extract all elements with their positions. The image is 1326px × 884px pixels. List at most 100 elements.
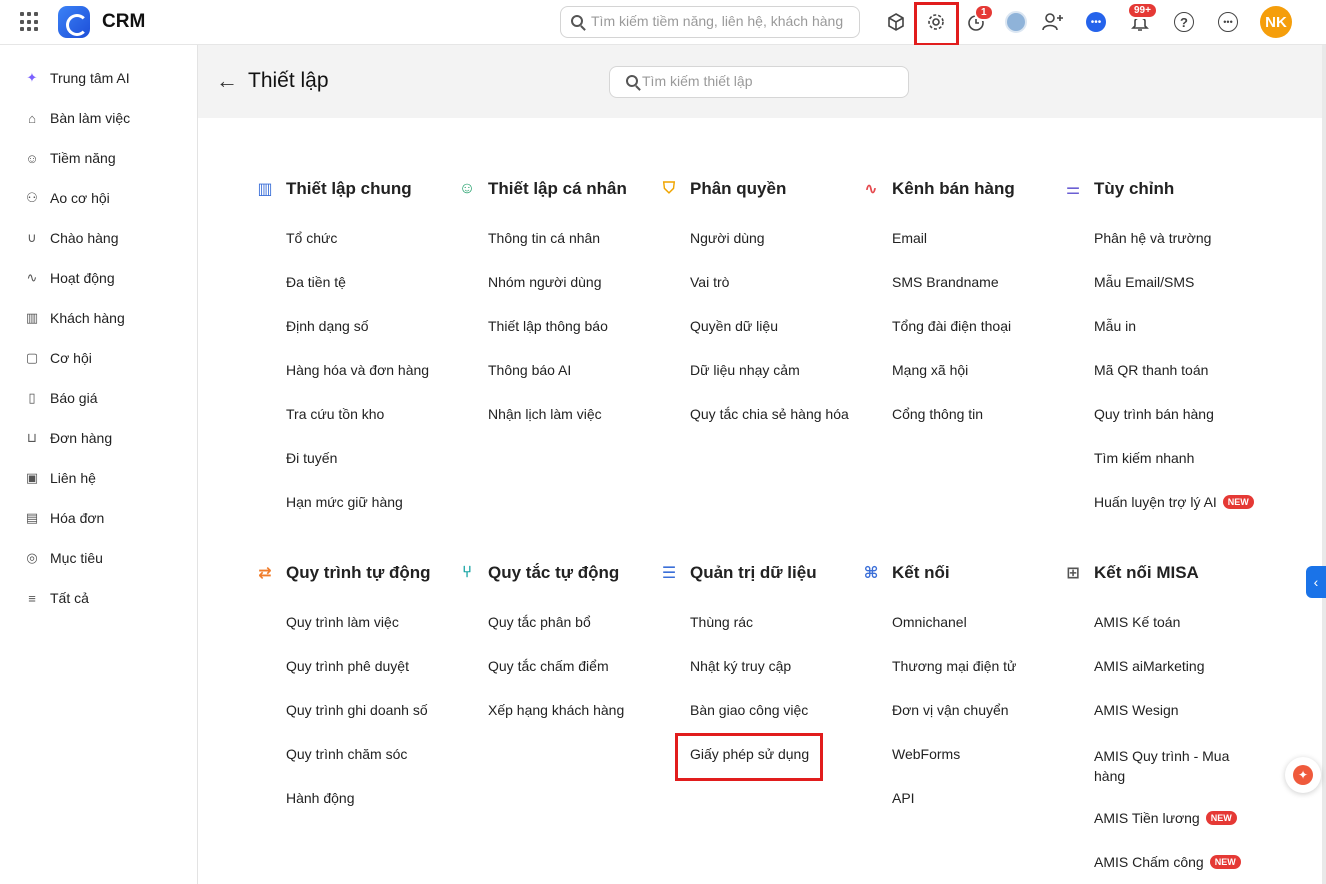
sidebar-item[interactable]: ✦ Trung tâm AI xyxy=(24,67,130,89)
collapse-panel-tab[interactable]: ‹ xyxy=(1306,566,1326,598)
settings-link[interactable]: Tổ chức xyxy=(286,230,337,246)
app-grid-icon[interactable] xyxy=(20,12,40,32)
settings-link[interactable]: Omnichanel xyxy=(892,614,967,630)
sidebar-item[interactable]: ☺ Tiềm năng xyxy=(24,147,115,169)
settings-link[interactable]: WebForms xyxy=(892,746,960,762)
settings-link[interactable]: Quy tắc chấm điểm xyxy=(488,658,609,674)
settings-link[interactable]: Hàng hóa và đơn hàng xyxy=(286,362,429,378)
sidebar-item[interactable]: ▢ Cơ hội xyxy=(24,347,92,369)
scrollbar[interactable] xyxy=(1322,45,1326,884)
settings-link[interactable]: Quy trình chăm sóc xyxy=(286,746,407,762)
settings-link[interactable]: Thông báo AI xyxy=(488,362,571,378)
settings-link[interactable]: Cổng thông tin xyxy=(892,406,983,422)
settings-link[interactable]: Mẫu in xyxy=(1094,318,1136,334)
settings-link[interactable]: Quy trình ghi doanh số xyxy=(286,702,428,718)
settings-link[interactable]: Xếp hạng khách hàng xyxy=(488,702,624,718)
add-user-icon[interactable] xyxy=(1041,10,1065,34)
settings-link[interactable]: Tổng đài điện thoại xyxy=(892,318,1011,334)
settings-link[interactable]: API xyxy=(892,790,915,806)
sidebar-item[interactable]: ⌂ Bàn làm việc xyxy=(24,107,130,129)
settings-link[interactable]: Mạng xã hội xyxy=(892,362,968,378)
settings-link[interactable]: Người dùng xyxy=(690,230,765,246)
settings-link[interactable]: Hành động xyxy=(286,790,355,806)
settings-link[interactable]: Bàn giao công việc xyxy=(690,702,808,718)
sidebar-item[interactable]: ∿ Hoạt động xyxy=(24,267,115,289)
settings-link[interactable]: AMIS Chấm công NEW xyxy=(1094,854,1241,870)
settings-link[interactable]: Mã QR thanh toán xyxy=(1094,362,1208,378)
sidebar-item[interactable]: ▣ Liên hệ xyxy=(24,467,96,489)
back-arrow-icon[interactable]: ← xyxy=(216,70,238,92)
settings-link[interactable]: Phân hệ và trường xyxy=(1094,230,1211,246)
settings-link[interactable]: Mẫu Email/SMS xyxy=(1094,274,1194,290)
settings-link-label: Thiết lập thông báo xyxy=(488,318,608,334)
sidebar-item[interactable]: ⊔ Đơn hàng xyxy=(24,427,112,449)
settings-link[interactable]: Nhật ký truy cập xyxy=(690,658,791,674)
settings-link[interactable]: Thiết lập thông báo xyxy=(488,318,608,334)
settings-link[interactable]: Đi tuyến xyxy=(286,450,337,466)
settings-link[interactable]: Quyền dữ liệu xyxy=(690,318,778,334)
settings-link[interactable]: Quy trình làm việc xyxy=(286,614,399,630)
settings-link-label: Hàng hóa và đơn hàng xyxy=(286,362,430,378)
settings-link[interactable]: Nhóm người dùng xyxy=(488,274,602,290)
settings-link-label: Vai trò xyxy=(690,274,730,290)
settings-link-label: Thông tin cá nhân xyxy=(488,230,601,246)
settings-link[interactable]: Thương mại điện tử xyxy=(892,658,1016,674)
settings-link[interactable]: AMIS Kế toán xyxy=(1094,614,1180,630)
settings-link[interactable]: AMIS Quy trình - Mua hàng xyxy=(1094,746,1244,786)
settings-link[interactable]: Đa tiền tệ xyxy=(286,274,346,290)
repeat-icon: ⇄ xyxy=(258,565,272,582)
settings-link[interactable]: Email xyxy=(892,230,927,246)
sidebar-item[interactable]: ▥ Khách hàng xyxy=(24,307,125,329)
sidebar-item[interactable]: ≡ Tất cả xyxy=(24,587,89,609)
settings-link[interactable]: AMIS Wesign xyxy=(1094,702,1179,718)
settings-search-input[interactable] xyxy=(642,73,892,89)
settings-link[interactable]: Thông tin cá nhân xyxy=(488,230,600,246)
settings-link[interactable]: Hạn mức giữ hàng xyxy=(286,494,403,510)
settings-link[interactable]: Quy trình phê duyệt xyxy=(286,658,409,674)
settings-link-label: Mạng xã hội xyxy=(892,362,969,378)
settings-link-label: Nhận lịch làm việc xyxy=(488,406,602,422)
settings-link-label: Quy trình bán hàng xyxy=(1094,406,1214,422)
settings-link[interactable]: SMS Brandname xyxy=(892,274,999,290)
more-options-icon[interactable]: ••• xyxy=(1216,10,1240,34)
user-avatar[interactable]: NK xyxy=(1260,6,1292,38)
settings-link[interactable]: Quy trình bán hàng xyxy=(1094,406,1214,422)
global-search-input[interactable] xyxy=(591,13,851,29)
cube-search-icon[interactable] xyxy=(884,10,908,34)
sidebar xyxy=(0,45,198,884)
settings-link[interactable]: Nhận lịch làm việc xyxy=(488,406,602,422)
section-heading: ⛉ Phân quyền xyxy=(660,179,786,199)
settings-link[interactable]: Thùng rác xyxy=(690,614,753,630)
settings-link[interactable]: Vai trò xyxy=(690,274,729,290)
settings-link[interactable]: AMIS aiMarketing xyxy=(1094,658,1204,674)
settings-search-box[interactable] xyxy=(609,66,909,98)
sidebar-item[interactable]: ▯ Báo giá xyxy=(24,387,97,409)
messenger-icon[interactable]: ••• xyxy=(1084,10,1108,34)
settings-link-label: Xếp hạng khách hàng xyxy=(488,702,625,718)
settings-link-label: Bàn giao công việc xyxy=(690,702,809,718)
settings-link-label: Cổng thông tin xyxy=(892,406,984,422)
settings-link[interactable]: Quy tắc chia sẻ hàng hóa xyxy=(690,406,849,422)
sidebar-item-label: Đơn hàng xyxy=(50,430,113,446)
crm-logo-icon xyxy=(58,6,90,38)
sidebar-item[interactable]: ▤ Hóa đơn xyxy=(24,507,104,529)
settings-link[interactable]: Tìm kiếm nhanh xyxy=(1094,450,1194,466)
settings-link[interactable]: AMIS Tiền lương NEW xyxy=(1094,810,1237,826)
settings-link-label: Người dùng xyxy=(690,230,765,246)
settings-link[interactable]: Dữ liệu nhạy cảm xyxy=(690,362,800,378)
settings-link[interactable]: Huấn luyện trợ lý AI NEW xyxy=(1094,494,1254,510)
sidebar-item[interactable]: ∪ Chào hàng xyxy=(24,227,118,249)
help-icon[interactable]: ? xyxy=(1172,10,1196,34)
sidebar-item[interactable]: ⚇ Ao cơ hội xyxy=(24,187,110,209)
ai-assistant-button[interactable]: ✦ xyxy=(1285,757,1321,793)
assistant-avatar-icon[interactable] xyxy=(1004,10,1028,34)
settings-link[interactable]: Định dạng số xyxy=(286,318,369,334)
settings-link-label: AMIS Quy trình - Mua hàng xyxy=(1094,748,1230,784)
global-search-box[interactable] xyxy=(560,6,860,38)
activity-icon: ∿ xyxy=(26,270,38,285)
section-heading: ☰ Quản trị dữ liệu xyxy=(660,563,817,583)
sidebar-item[interactable]: ◎ Mục tiêu xyxy=(24,547,103,569)
settings-link[interactable]: Đơn vị vận chuyển xyxy=(892,702,1009,718)
settings-link[interactable]: Quy tắc phân bổ xyxy=(488,614,591,630)
settings-link[interactable]: Tra cứu tồn kho xyxy=(286,406,384,422)
